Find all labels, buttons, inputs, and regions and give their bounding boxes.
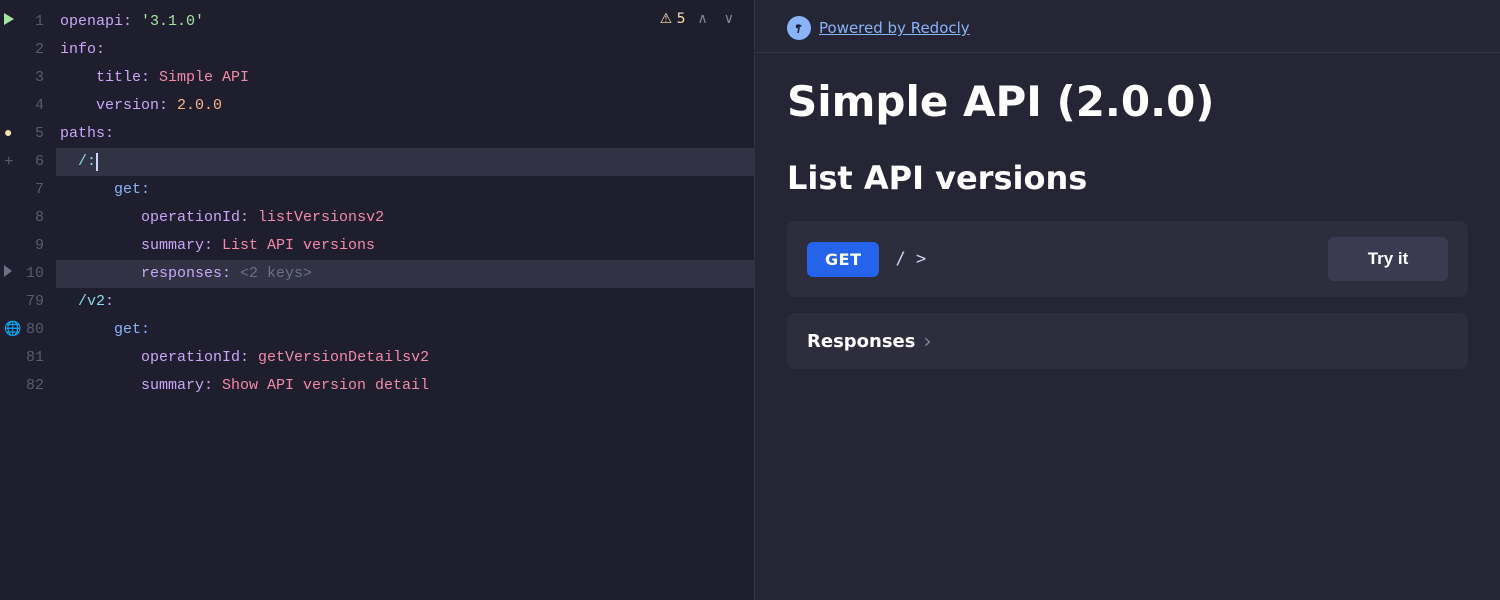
code-token: /v2 bbox=[78, 288, 105, 316]
code-token: /: bbox=[78, 148, 96, 176]
code-line-1: openapi: '3.1.0' bbox=[56, 8, 754, 36]
code-token: title: bbox=[96, 64, 159, 92]
bulb-icon: ● bbox=[4, 120, 12, 148]
responses-section[interactable]: Responses bbox=[787, 313, 1468, 369]
line-num-3: 3 bbox=[0, 64, 56, 92]
line-num-80: 🌐 80 bbox=[0, 316, 56, 344]
code-token: paths: bbox=[60, 120, 114, 148]
endpoint-card: GET / > Try it bbox=[787, 221, 1468, 297]
line-num-7: 7 bbox=[0, 176, 56, 204]
code-editor[interactable]: ⚠ 5 ∧ ∨ 1 2 3 4 ● 5 + 6 bbox=[0, 0, 755, 600]
plus-icon: + bbox=[4, 148, 14, 176]
code-line-6: /: bbox=[56, 148, 754, 176]
code-token: get: bbox=[114, 176, 150, 204]
code-token: getVersionDetailsv2 bbox=[258, 344, 429, 372]
line-num-1: 1 bbox=[0, 8, 56, 36]
code-line-81: operationId: getVersionDetailsv2 bbox=[56, 344, 754, 372]
code-token: version: bbox=[96, 92, 177, 120]
line-num-82: 82 bbox=[0, 372, 56, 400]
code-token: summary: bbox=[141, 232, 222, 260]
earth-icon: 🌐 bbox=[4, 316, 21, 344]
chevron-right-icon bbox=[4, 260, 12, 288]
editor-toolbar: ⚠ 5 ∧ ∨ bbox=[660, 8, 738, 29]
line-num-8: 8 bbox=[0, 204, 56, 232]
play-icon bbox=[4, 8, 14, 36]
code-line-9: summary: List API versions bbox=[56, 232, 754, 260]
code-token: 2.0.0 bbox=[177, 92, 222, 120]
code-token: Show API version detail bbox=[222, 372, 429, 400]
line-numbers: 1 2 3 4 ● 5 + 6 7 8 9 bbox=[0, 4, 56, 600]
nav-up-button[interactable]: ∧ bbox=[694, 8, 712, 29]
code-token: List API versions bbox=[222, 232, 375, 260]
warning-badge: ⚠ 5 bbox=[660, 11, 686, 27]
responses-label: Responses bbox=[807, 331, 915, 352]
code-token: info: bbox=[60, 36, 105, 64]
code-line-10: responses: <2 keys> bbox=[56, 260, 754, 288]
line-num-79: 79 bbox=[0, 288, 56, 316]
line-num-4: 4 bbox=[0, 92, 56, 120]
preview-panel: Powered by Redocly Simple API (2.0.0) Li… bbox=[755, 0, 1500, 600]
code-token: operationId: bbox=[141, 204, 258, 232]
endpoint-section-title: List API versions bbox=[787, 159, 1468, 197]
preview-header: Powered by Redocly bbox=[755, 0, 1500, 53]
line-num-5: ● 5 bbox=[0, 120, 56, 148]
cursor bbox=[96, 153, 98, 171]
redocly-icon bbox=[787, 16, 811, 40]
code-token: listVersionsv2 bbox=[258, 204, 384, 232]
code-token: responses: bbox=[141, 260, 240, 288]
try-it-button[interactable]: Try it bbox=[1328, 237, 1448, 281]
line-num-2: 2 bbox=[0, 36, 56, 64]
code-token: : bbox=[105, 288, 114, 316]
code-line-3: title: Simple API bbox=[56, 64, 754, 92]
code-line-2: info: bbox=[56, 36, 754, 64]
nav-down-button[interactable]: ∨ bbox=[720, 8, 738, 29]
code-token: operationId: bbox=[141, 344, 258, 372]
code-token: Simple API bbox=[159, 64, 249, 92]
code-line-8: operationId: listVersionsv2 bbox=[56, 204, 754, 232]
powered-by-link[interactable]: Powered by Redocly bbox=[819, 19, 970, 37]
line-num-9: 9 bbox=[0, 232, 56, 260]
code-line-7: get: bbox=[56, 176, 754, 204]
code-token: '3.1.0' bbox=[141, 8, 204, 36]
code-token: openapi: bbox=[60, 8, 141, 36]
code-line-5: paths: bbox=[56, 120, 754, 148]
responses-chevron-icon bbox=[923, 329, 931, 353]
preview-content: Simple API (2.0.0) List API versions GET… bbox=[755, 53, 1500, 600]
line-num-6: + 6 bbox=[0, 148, 56, 176]
endpoint-path: / > bbox=[895, 249, 1312, 269]
code-line-82: summary: Show API version detail bbox=[56, 372, 754, 400]
api-title: Simple API (2.0.0) bbox=[787, 77, 1468, 127]
line-num-10: 10 bbox=[0, 260, 56, 288]
powered-by: Powered by Redocly bbox=[787, 16, 1468, 40]
line-num-81: 81 bbox=[0, 344, 56, 372]
code-line-79: /v2: bbox=[56, 288, 754, 316]
code-line-80: get: bbox=[56, 316, 754, 344]
code-line-4: version: 2.0.0 bbox=[56, 92, 754, 120]
code-token: <2 keys> bbox=[240, 260, 312, 288]
code-lines: openapi: '3.1.0' info: title: Simple API… bbox=[56, 4, 754, 600]
method-badge: GET bbox=[807, 242, 879, 277]
code-token: summary: bbox=[141, 372, 222, 400]
code-container: 1 2 3 4 ● 5 + 6 7 8 9 bbox=[0, 0, 754, 600]
code-token: get: bbox=[114, 316, 150, 344]
